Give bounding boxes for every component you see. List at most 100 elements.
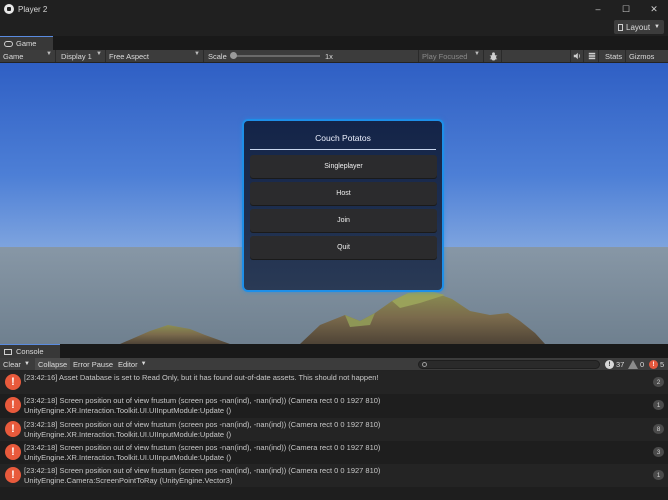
log-message: [23:42:18] Screen position out of view f… <box>24 420 614 439</box>
window-titlebar: Player 2 <box>0 0 668 18</box>
play-focused-label: Play Focused <box>422 51 468 61</box>
aspect-dropdown[interactable]: Free Aspect ▼ <box>106 50 204 62</box>
game-view-toolbar: Game ▼ Display 1 ▼ Free Aspect ▼ Scale 1… <box>0 50 668 63</box>
log-entry[interactable]: ! [23:42:18] Screen position out of view… <box>0 418 668 441</box>
log-line-2: UnityEngine.XR.Interaction.Toolkit.UI.UI… <box>24 405 232 415</box>
title-divider <box>250 149 436 150</box>
tab-console-label: Console <box>16 347 44 356</box>
editor-dropdown[interactable]: Editor ▼ <box>115 358 150 370</box>
log-line-1: [23:42:18] Screen position out of view f… <box>24 466 381 475</box>
log-line-2: UnityEngine.XR.Interaction.Toolkit.UI.UI… <box>24 429 232 439</box>
console-tabbar: Console <box>0 344 668 358</box>
collapse-toggle[interactable]: Collapse <box>35 358 71 370</box>
unity-app-icon <box>4 4 14 14</box>
log-message: [23:42:18] Screen position out of view f… <box>24 396 614 415</box>
bug-icon[interactable] <box>486 50 502 62</box>
log-line-1: [23:42:16] Asset Database is set to Read… <box>24 373 379 382</box>
chevron-down-icon: ▼ <box>474 51 480 57</box>
error-icon: ! <box>5 467 21 483</box>
log-entry[interactable]: ! [23:42:18] Screen position out of view… <box>0 394 668 417</box>
log-repeat-count: 3 <box>653 447 664 457</box>
info-icon: ! <box>605 360 614 369</box>
game-tabbar: Game <box>0 36 668 50</box>
error-icon: ! <box>5 421 21 437</box>
stats-toggle[interactable]: Stats <box>602 50 626 62</box>
chevron-down-icon: ▼ <box>23 361 30 367</box>
main-menu-panel: Couch Potatos Singleplayer Host Join Qui… <box>242 119 444 292</box>
chevron-down-icon: ▼ <box>654 24 660 30</box>
console-search-input[interactable] <box>418 360 600 369</box>
scale-label: Scale <box>208 51 227 61</box>
game-viewport[interactable]: Couch Potatos Singleplayer Host Join Qui… <box>0 63 668 344</box>
log-entry[interactable]: ! [23:42:16] Asset Database is set to Re… <box>0 371 668 394</box>
search-icon <box>422 362 427 367</box>
scale-value: 1x <box>325 51 333 61</box>
tab-game[interactable]: Game <box>0 36 53 50</box>
log-line-1: [23:42:18] Screen position out of view f… <box>24 396 381 405</box>
view-mode-dropdown[interactable]: Game ▼ <box>0 50 56 62</box>
log-repeat-count: 1 <box>653 470 664 480</box>
error-icon: ! <box>5 374 21 390</box>
console-icon <box>4 348 12 355</box>
log-message: [23:42:18] Screen position out of view f… <box>24 466 614 485</box>
editor-label: Editor <box>118 359 138 369</box>
gamepad-icon <box>4 40 13 47</box>
error-count-toggle[interactable]: ! 5 <box>649 359 664 370</box>
chevron-down-icon: ▼ <box>140 361 147 367</box>
error-icon: ! <box>649 360 658 369</box>
layout-dropdown[interactable]: Layout ▼ <box>614 20 664 34</box>
view-mode-label: Game <box>3 51 24 61</box>
log-entry[interactable]: ! [23:42:18] Screen position out of view… <box>0 464 668 487</box>
error-pause-toggle[interactable]: Error Pause <box>70 358 116 370</box>
tab-game-label: Game <box>16 39 37 48</box>
scale-slider-track[interactable] <box>236 55 320 57</box>
log-entry[interactable]: ! [23:42:18] Screen position out of view… <box>0 441 668 464</box>
log-repeat-count: 1 <box>653 400 664 410</box>
editor-menubar: Layout ▼ <box>0 18 668 36</box>
layout-label: Layout <box>626 22 651 32</box>
info-count: 37 <box>616 360 625 369</box>
chevron-down-icon: ▼ <box>194 51 200 57</box>
log-repeat-count: 8 <box>653 424 664 434</box>
error-icon: ! <box>5 444 21 460</box>
console-toolbar: Clear ▼ Collapse Error Pause Editor ▼ ! … <box>0 358 668 371</box>
warning-icon <box>628 360 638 369</box>
chevron-down-icon: ▼ <box>46 51 52 57</box>
minimize-button[interactable]: – <box>584 0 612 18</box>
close-button[interactable]: ✕ <box>640 0 668 18</box>
join-button[interactable]: Join <box>250 209 437 232</box>
layers-icon[interactable] <box>585 50 599 62</box>
log-line-1: [23:42:18] Screen position out of view f… <box>24 420 381 429</box>
scale-slider-handle[interactable] <box>230 52 237 59</box>
gizmos-label: Gizmos <box>629 51 655 61</box>
warning-count-toggle[interactable]: 0 <box>628 359 644 370</box>
clear-dropdown[interactable]: Clear ▼ <box>0 358 33 370</box>
error-icon: ! <box>5 397 21 413</box>
warning-count: 0 <box>640 360 645 369</box>
display-label: Display 1 <box>61 51 92 61</box>
window-title: Player 2 <box>18 4 48 14</box>
log-line-1: [23:42:18] Screen position out of view f… <box>24 443 381 452</box>
chevron-down-icon: ▼ <box>96 51 102 57</box>
game-title: Couch Potatos <box>315 133 371 143</box>
clear-label: Clear <box>3 359 21 369</box>
singleplayer-button[interactable]: Singleplayer <box>250 155 437 178</box>
mute-audio-icon[interactable] <box>570 50 584 62</box>
log-line-2: UnityEngine.Camera:ScreenPointToRay (Uni… <box>24 475 233 485</box>
log-message: [23:42:18] Screen position out of view f… <box>24 443 614 462</box>
error-count: 5 <box>660 360 665 369</box>
tab-console[interactable]: Console <box>0 344 60 358</box>
log-repeat-count: 2 <box>653 377 664 387</box>
quit-button[interactable]: Quit <box>250 236 437 259</box>
display-dropdown[interactable]: Display 1 ▼ <box>58 50 106 62</box>
layout-icon <box>618 23 624 31</box>
log-message: [23:42:16] Asset Database is set to Read… <box>24 373 614 383</box>
play-focused-dropdown[interactable]: Play Focused ▼ <box>418 50 484 62</box>
info-count-toggle[interactable]: ! 37 <box>605 359 624 370</box>
aspect-label: Free Aspect <box>109 51 150 61</box>
log-line-2: UnityEngine.XR.Interaction.Toolkit.UI.UI… <box>24 452 232 462</box>
host-button[interactable]: Host <box>250 182 437 205</box>
gizmos-dropdown[interactable]: Gizmos <box>626 50 668 62</box>
console-log-list[interactable]: ! [23:42:16] Asset Database is set to Re… <box>0 371 668 500</box>
maximize-button[interactable]: ☐ <box>612 0 640 18</box>
